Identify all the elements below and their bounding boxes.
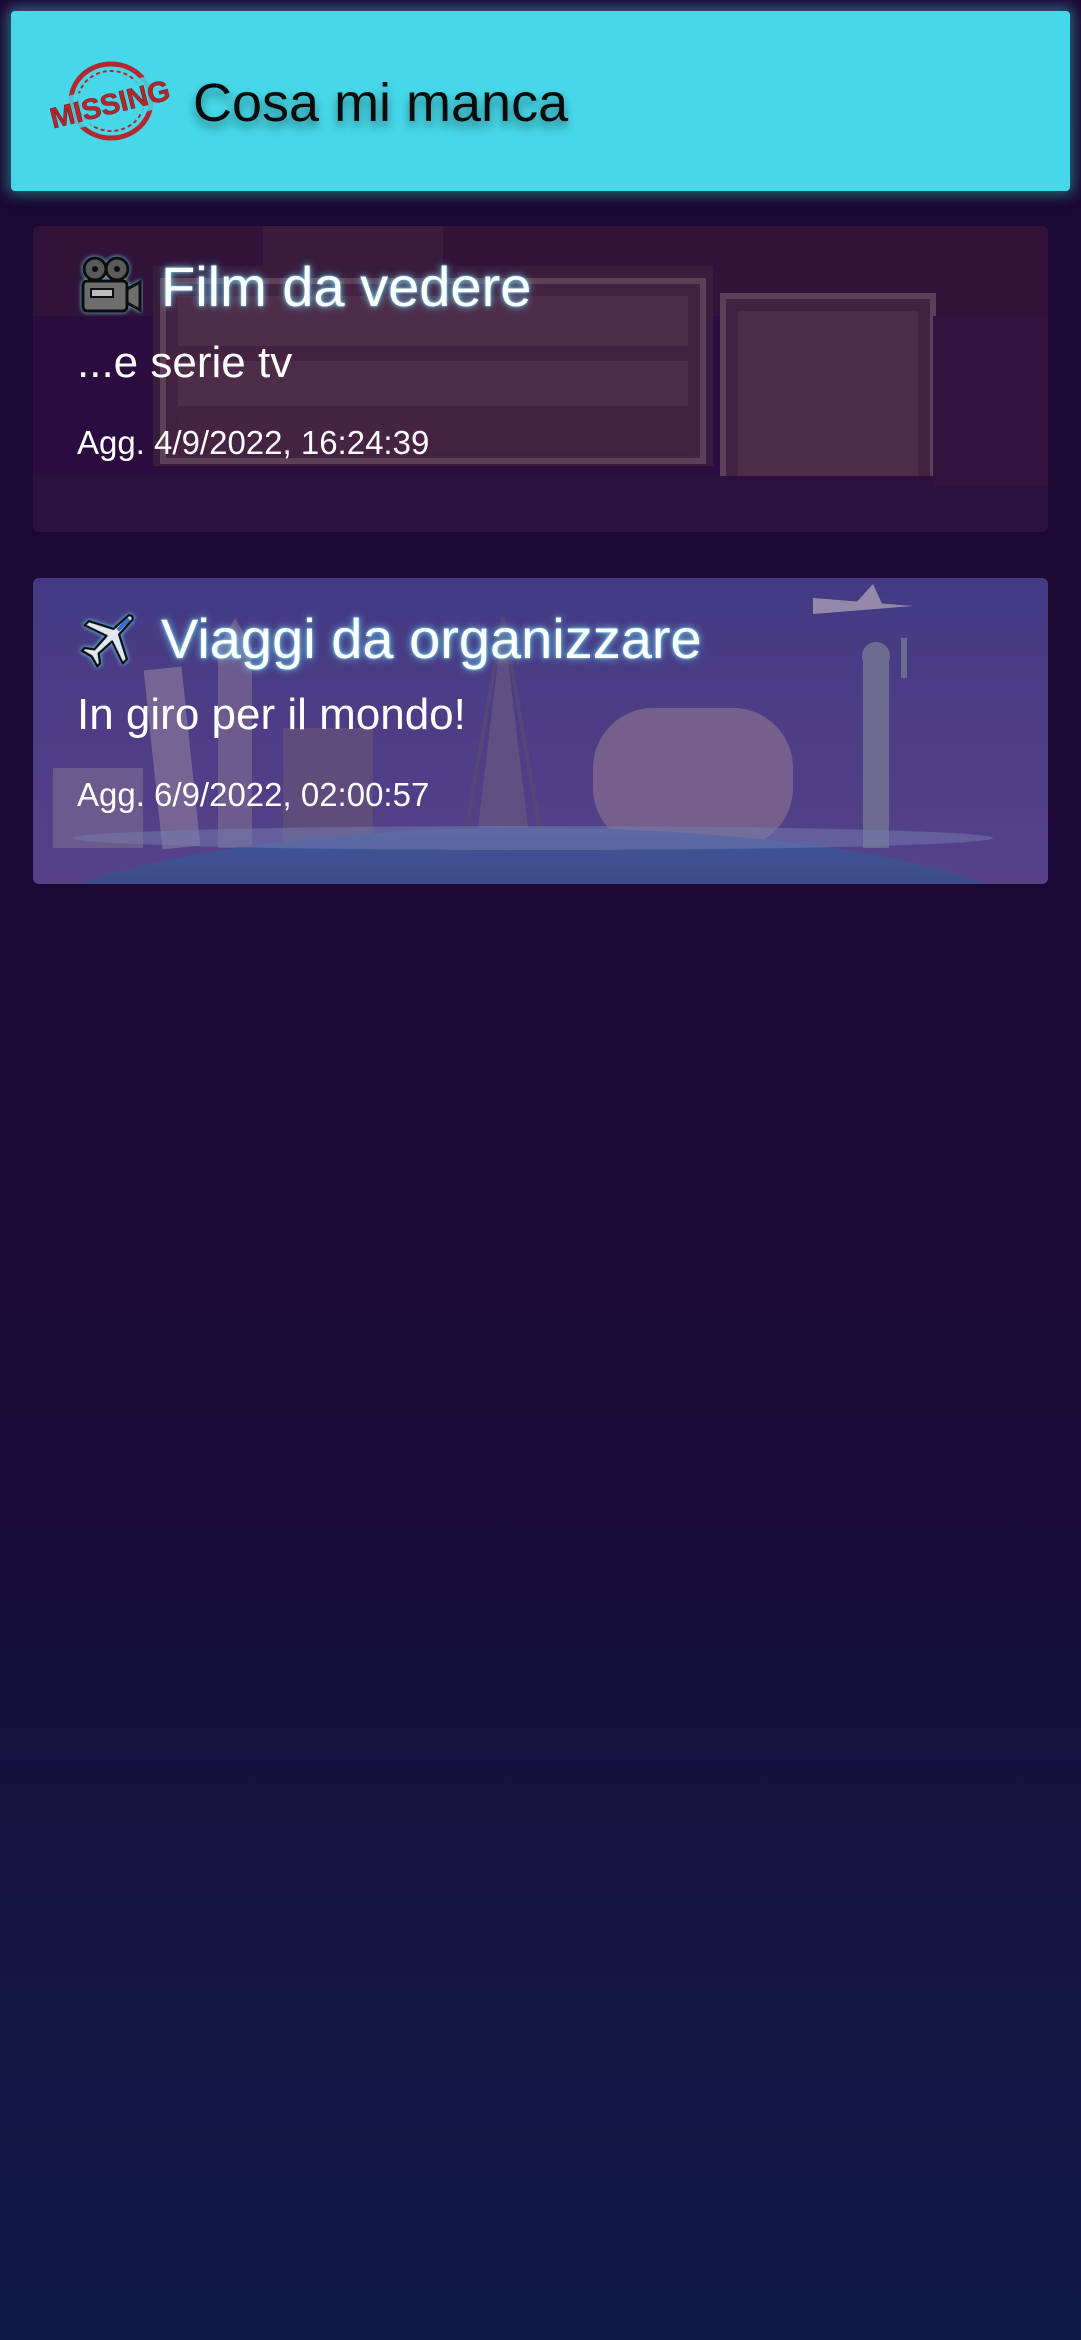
card-header: Viaggi da organizzare bbox=[77, 603, 702, 673]
page-title: Cosa mi manca bbox=[193, 73, 569, 133]
movie-camera-icon bbox=[81, 256, 142, 313]
list-card-viaggi[interactable]: Viaggi da organizzare In giro per il mon… bbox=[33, 578, 1048, 884]
airplane-icon bbox=[80, 614, 134, 668]
card-title: Viaggi da organizzare bbox=[161, 606, 702, 670]
card-title: Film da vedere bbox=[161, 254, 532, 318]
list-card-film[interactable]: Film da vedere ...e serie tv Agg. 4/9/20… bbox=[33, 226, 1048, 532]
app-header: MISSING Cosa mi manca bbox=[11, 11, 1070, 191]
logo-text: MISSING bbox=[47, 75, 174, 136]
card-updated-timestamp: Agg. 4/9/2022, 16:24:39 bbox=[77, 424, 430, 461]
card-header: Film da vedere bbox=[77, 251, 531, 321]
card-subtitle: ...e serie tv bbox=[77, 338, 293, 387]
card-subtitle: In giro per il mondo! bbox=[77, 690, 466, 739]
missing-stamp-logo: MISSING bbox=[46, 61, 174, 141]
card-updated-timestamp: Agg. 6/9/2022, 02:00:57 bbox=[77, 776, 430, 813]
